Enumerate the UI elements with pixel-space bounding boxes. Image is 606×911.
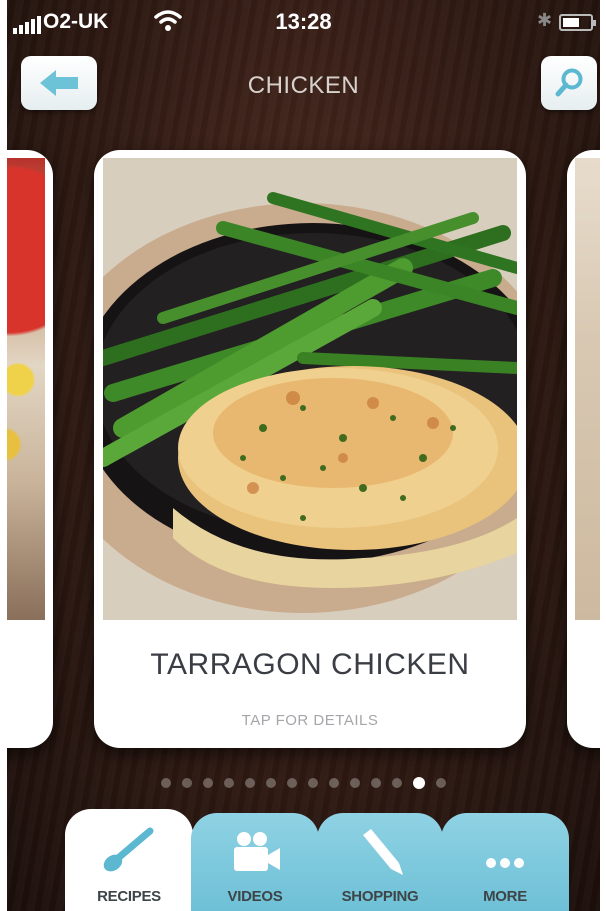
tab-videos[interactable]: VIDEOS [191, 813, 319, 911]
tab-more-label: MORE [483, 888, 527, 905]
page-dot[interactable] [203, 778, 213, 788]
tab-recipes[interactable]: RECIPES [65, 809, 193, 911]
search-button[interactable] [541, 56, 597, 110]
bluetooth-icon: ✱ [537, 10, 553, 30]
recipe-card-previous[interactable] [7, 150, 53, 748]
page-title: CHICKEN [247, 72, 360, 99]
page-dot[interactable] [161, 778, 171, 788]
tab-shopping-label: SHOPPING [341, 888, 419, 905]
page-dot[interactable] [308, 778, 318, 788]
page-dot[interactable] [329, 778, 339, 788]
tab-more[interactable]: MORE [441, 813, 569, 911]
page-dot[interactable] [436, 778, 446, 788]
page-dot[interactable] [287, 778, 297, 788]
tab-shopping[interactable]: SHOPPING [317, 813, 443, 911]
tab-bar: RECIPES VIDEOS SHOPPING MORE [7, 809, 600, 911]
app-screen: O2-UK 13:28 ✱ CHICKEN TARRAGON CHICKEN T… [7, 0, 600, 911]
tap-for-details-link[interactable]: TAP FOR DETAILS [94, 712, 526, 729]
pencil-icon [363, 829, 403, 875]
page-dot[interactable] [182, 778, 192, 788]
recipe-card[interactable]: TARRAGON CHICKEN TAP FOR DETAILS [94, 150, 526, 748]
page-indicator[interactable] [7, 777, 600, 789]
video-camera-icon [234, 832, 280, 871]
tab-videos-label: VIDEOS [227, 888, 283, 905]
status-bar: O2-UK 13:28 ✱ [7, 0, 600, 44]
more-dots-icon [486, 858, 524, 868]
recipe-photo [103, 158, 517, 620]
recipe-card-next[interactable]: T [567, 150, 600, 748]
page-dot[interactable] [266, 778, 276, 788]
recipe-photo-previous [7, 158, 45, 620]
recipe-photo-next [575, 158, 600, 620]
page-dot[interactable] [371, 778, 381, 788]
page-dot[interactable] [392, 778, 402, 788]
page-dot[interactable] [245, 778, 255, 788]
page-dot-active[interactable] [413, 777, 425, 789]
recipe-title: TARRAGON CHICKEN [150, 648, 470, 681]
page-dot[interactable] [224, 778, 234, 788]
tab-recipes-label: RECIPES [97, 888, 161, 905]
battery-fill [563, 18, 579, 27]
spoon-icon [103, 827, 154, 872]
search-icon [555, 68, 583, 97]
page-dot[interactable] [350, 778, 360, 788]
status-time: 13:28 [275, 9, 332, 34]
battery-icon [559, 14, 596, 31]
